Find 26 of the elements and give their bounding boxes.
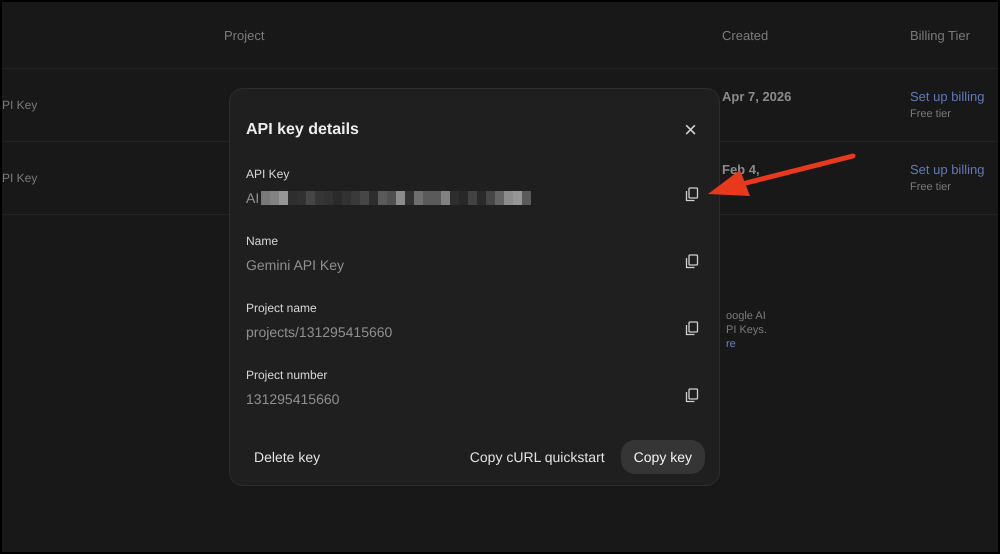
key-name: PI Key xyxy=(2,98,38,112)
field-label: API Key xyxy=(246,167,290,181)
field-value: Gemini API Key xyxy=(246,257,344,273)
close-button[interactable]: × xyxy=(676,119,705,141)
field-value: 131295415660 xyxy=(246,391,340,407)
billing-tier-label: Free tier xyxy=(910,181,952,193)
created-date: Apr 7, 2026 xyxy=(722,89,792,104)
field-value: AI xyxy=(246,190,260,206)
dialog-button[interactable]: Copy key xyxy=(620,440,705,474)
field-value: projects/131295415660 xyxy=(246,324,392,340)
field-label: Project name xyxy=(246,301,318,315)
field-label: Name xyxy=(246,234,280,248)
column-header: Billing Tier xyxy=(910,28,971,42)
billing-link[interactable]: Set up billing xyxy=(910,89,998,104)
notice-text: oogle AI xyxy=(726,310,766,322)
dialog-button[interactable]: Copy cURL quickstart xyxy=(462,440,613,474)
billing-link[interactable]: Set up billing xyxy=(910,162,998,177)
dialog-title: API key details xyxy=(246,121,359,139)
notice-text: PI Keys. xyxy=(726,324,767,336)
column-header: Created xyxy=(722,28,770,42)
column-header: Project xyxy=(224,28,266,42)
notice-link[interactable]: re xyxy=(726,338,736,350)
field-label: Project number xyxy=(246,368,328,382)
key-name: PI Key xyxy=(2,171,38,185)
billing-tier-label: Free tier xyxy=(910,108,952,120)
dialog-button[interactable]: Delete key xyxy=(246,440,328,474)
